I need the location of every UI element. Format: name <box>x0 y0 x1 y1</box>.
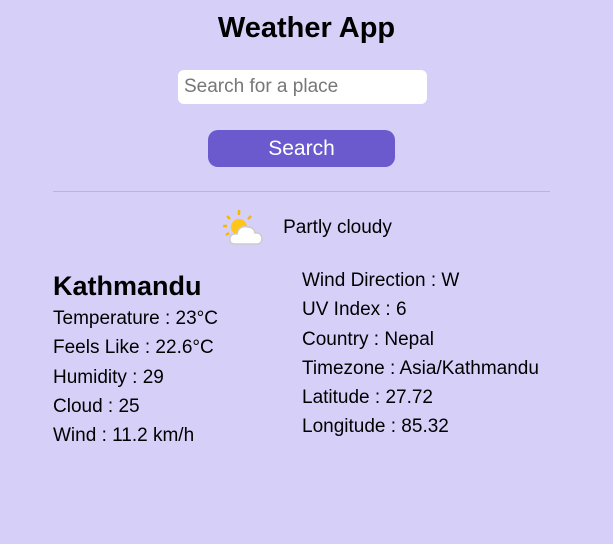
wind: Wind : 11.2 km/h <box>53 425 195 447</box>
city-name: Kathmandu <box>53 271 202 301</box>
uv-index: UV Index : 6 <box>302 299 407 321</box>
condition-text: Partly cloudy <box>283 217 392 238</box>
country: Country : Nepal <box>302 328 435 350</box>
latitude: Latitude : 27.72 <box>302 387 433 409</box>
search-input[interactable] <box>178 70 427 104</box>
weather-details-right: Wind Direction : W UV Index : 6 Country … <box>302 266 539 442</box>
timezone: Timezone : Asia/Kathmandu <box>302 357 539 379</box>
feels-like: Feels Like : 22.6°C <box>53 337 214 359</box>
weather-condition: Partly cloudy <box>0 208 613 248</box>
page-title: Weather App <box>217 12 396 44</box>
search-button[interactable]: Search <box>208 130 395 167</box>
longitude: Longitude : 85.32 <box>302 416 449 438</box>
weather-details-left: Kathmandu Temperature : 23°C Feels Like … <box>53 268 218 450</box>
humidity: Humidity : 29 <box>53 366 164 388</box>
divider <box>53 191 550 192</box>
cloud: Cloud : 25 <box>53 395 140 417</box>
temperature: Temperature : 23°C <box>53 308 218 329</box>
partly-cloudy-icon <box>223 210 263 245</box>
wind-direction: Wind Direction : W <box>302 270 460 291</box>
